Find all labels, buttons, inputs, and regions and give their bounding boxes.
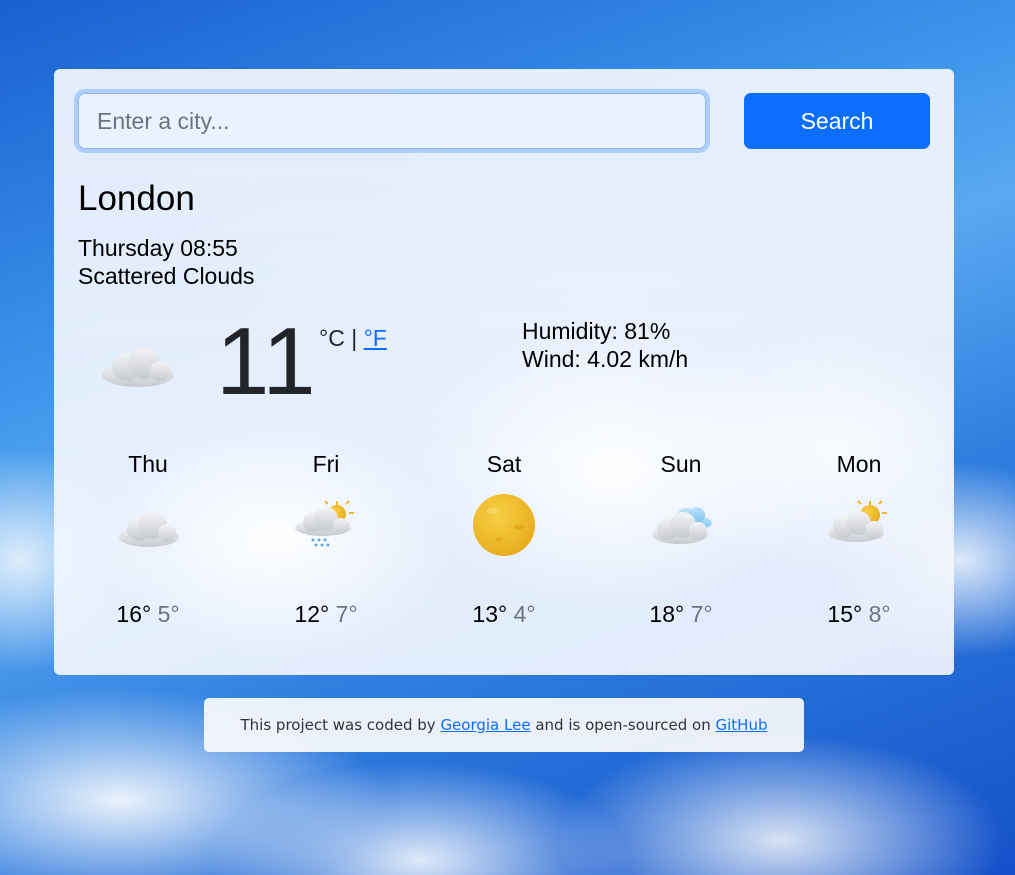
celsius-unit: °C [319,325,345,351]
forecast-day: Sun 18° 7° [621,451,741,628]
forecast-min: 4° [513,601,536,627]
forecast-day-name: Thu [128,451,168,477]
clouds-icon [652,507,712,544]
forecast-day: Mon 15° 8° [799,451,919,628]
rain-sun-cloud-icon [295,500,354,547]
forecast-day-name: Fri [312,451,340,477]
humidity: Humidity: 81% [522,318,671,344]
weather-description: Scattered Clouds [78,263,255,289]
fahrenheit-link[interactable]: °F [364,325,387,351]
date-time: Thursday 08:55 [78,235,238,261]
unit-separator: | [344,325,364,351]
forecast-min: 5° [157,601,180,627]
weather-card: Search London Thursday 08:55 Scattered C… [54,69,954,675]
forecast-day-name: Sat [486,451,522,477]
city-name: London [78,179,195,218]
search-input[interactable] [78,93,706,149]
forecast-day: Sat 13° 4° [444,451,564,628]
search-button[interactable]: Search [744,93,930,149]
footer: This project was coded by Georgia Lee an… [204,698,804,752]
forecast-max: 16° [116,601,152,627]
footer-text: and is open-sourced on [530,716,716,734]
cloud-icon [102,347,174,387]
forecast-min: 8° [868,601,891,627]
forecast-max: 12° [294,601,330,627]
forecast-day-name: Sun [660,451,702,477]
github-link[interactable]: GitHub [716,716,768,734]
partly-cloudy-icon [828,500,887,542]
forecast-min: 7° [690,601,713,627]
author-link[interactable]: Georgia Lee [440,716,530,734]
cloud-icon [119,511,179,547]
wind: Wind: 4.02 km/h [522,346,689,372]
unit-switch: °C | °F [319,325,387,352]
footer-text: This project was coded by [240,716,441,734]
forecast-day: Thu 16° 5° [88,451,208,628]
weather-details: Humidity: 81% Wind: 4.02 km/h [522,317,688,373]
forecast-day-name: Mon [836,451,882,477]
current-temperature: 11 [216,308,316,415]
forecast-max: 15° [827,601,863,627]
forecast-day: Fri 12° 7° [266,451,386,628]
forecast-max: 18° [649,601,685,627]
sun-icon [473,494,535,556]
forecast-min: 7° [335,601,358,627]
forecast-max: 13° [472,601,508,627]
